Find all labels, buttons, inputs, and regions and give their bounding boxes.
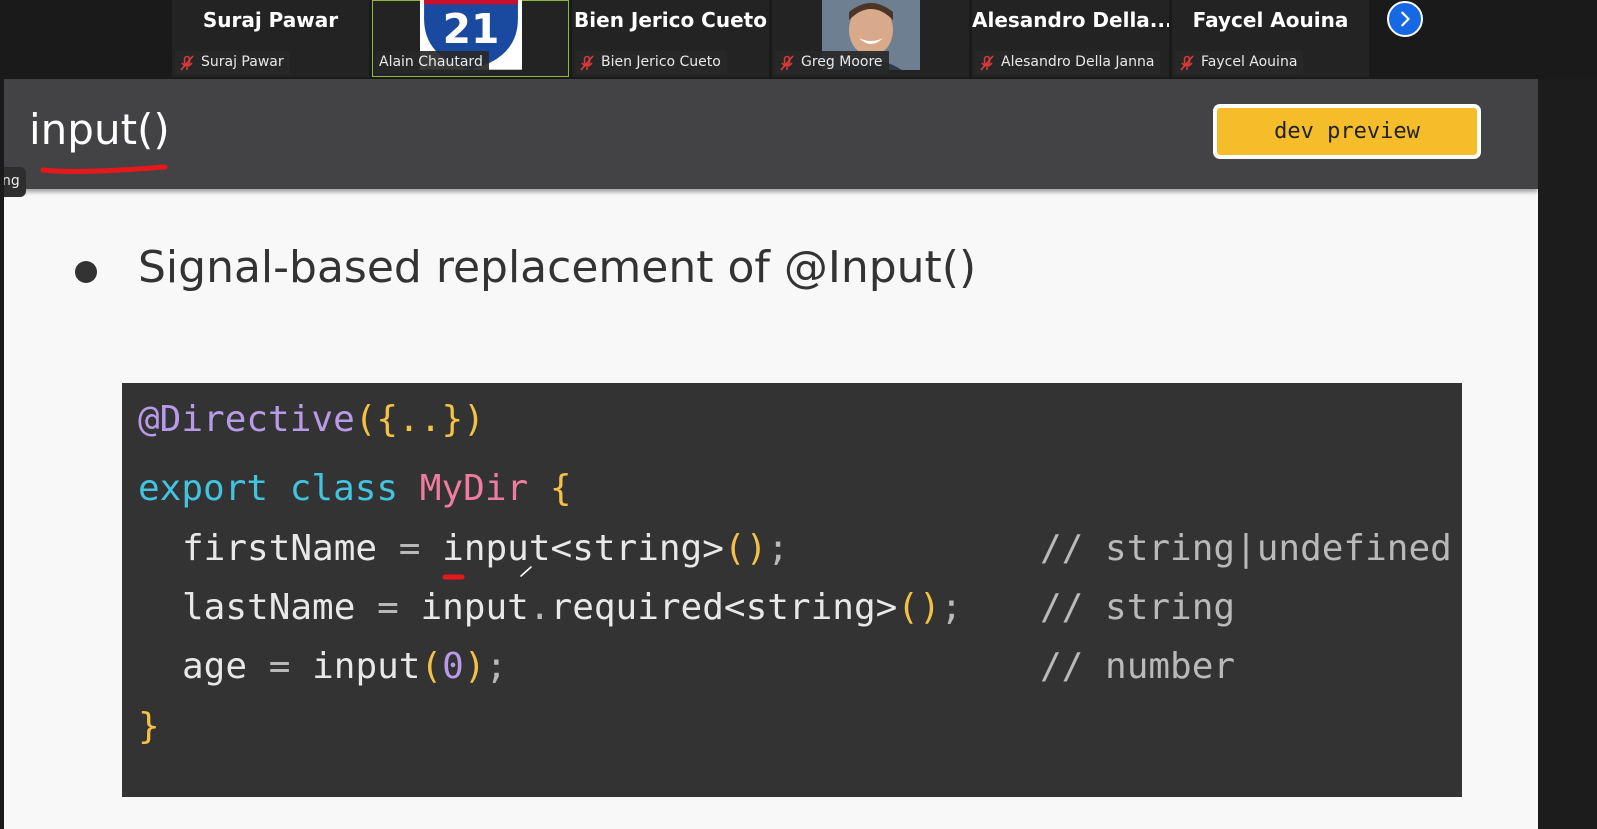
participant-label-text: Faycel Aouina [1201,54,1298,70]
code-number: 0 [442,646,464,687]
code-function: input [312,646,421,687]
code-underline-annotation [442,574,465,580]
code-line: export class MyDir { [138,468,572,510]
participant-label: Alesandro Della Janna [975,51,1161,74]
participant-name: Faycel Aouina [1192,8,1349,32]
participant-tile[interactable]: Alesandro Della... Alesandro Della Janna [972,0,1169,77]
code-line: lastName = input.required<string>(); [182,587,962,629]
participant-label: Greg Moore [775,51,889,74]
participant-tile[interactable]: 21 Alain Chautard [372,0,569,77]
participant-tile[interactable]: Suraj Pawar Suraj Pawar [172,0,369,77]
bullet-text: Signal-based replacement of @Input() [138,242,977,293]
code-function: required [550,587,724,628]
shared-slide: input() dev preview ng Signal-based repl… [4,79,1538,829]
window-margin [1538,79,1597,829]
code-bracket: ) [463,646,486,687]
code-class-name: MyDir [419,468,529,509]
code-line: age = input(0); [182,646,507,688]
participant-label-text: Bien Jerico Cueto [601,54,721,70]
participant-name: Suraj Pawar [202,8,339,32]
participant-label-text: Alain Chautard [379,54,483,70]
code-bracket: () [723,528,768,569]
participant-label-text: Greg Moore [801,54,883,70]
code-bracket: ( [420,646,443,687]
participant-label: Alain Chautard [375,51,489,74]
code-operator: = [377,587,399,628]
code-semicolon: ; [940,587,963,628]
code-comment: // string|undefined [1040,528,1452,570]
code-line: } [138,706,160,748]
code-identifier: firstName [182,528,378,569]
participant-tile[interactable]: Bien Jerico Cueto Bien Jerico Cueto [572,0,769,77]
side-tab[interactable]: ng [4,167,26,197]
slide-header: input() dev preview [4,79,1538,189]
code-line: @Directive({..}) [138,399,485,441]
code-block: @Directive({..}) export class MyDir { fi… [122,383,1462,797]
title-underline-annotation [40,164,168,174]
mic-off-icon [180,54,194,71]
code-bracket: } [138,706,160,747]
participant-label-text: Alesandro Della Janna [1001,54,1155,70]
bullet-dot [75,261,97,283]
shield-number: 21 [443,5,500,53]
code-bracket: ({..}) [354,399,485,440]
mic-off-icon [1180,54,1194,71]
code-semicolon: ; [767,528,789,569]
code-decorator: @Directive [138,399,355,440]
code-identifier: age [182,646,248,687]
code-identifier: lastName [182,587,356,628]
code-keyword: class [289,468,399,509]
slide-title: input() [29,105,170,154]
participant-strip: Suraj Pawar Suraj Pawar 21 Alain Chautar… [0,0,1597,78]
code-operator: = [398,528,421,569]
code-comment-text: // string|undefined [1040,528,1452,569]
code-semicolon: ; [485,646,508,687]
code-operator: = [268,646,291,687]
participant-tile[interactable]: Faycel Aouina Faycel Aouina [1172,0,1369,77]
mic-off-icon [580,54,594,71]
participant-tile[interactable]: Greg Moore [772,0,969,77]
mic-off-icon [780,54,794,71]
code-bracket: () [897,587,941,628]
participant-label: Bien Jerico Cueto [575,51,727,74]
code-function: input [420,587,529,628]
participant-name: Bien Jerico Cueto [574,8,767,32]
chevron-right-icon [1401,11,1410,27]
dev-preview-badge: dev preview [1213,104,1481,159]
participant-label-text: Suraj Pawar [201,54,284,70]
code-function: input [442,528,551,569]
badge-text: dev preview [1274,119,1420,144]
code-keyword: export [138,468,269,509]
code-line: firstName = input<string>(); [182,528,789,570]
mic-off-icon [980,54,994,71]
code-comment-text: // string [1040,587,1236,628]
participant-label: Faycel Aouina [1175,51,1304,74]
code-comment: // number [1040,646,1235,688]
participant-label: Suraj Pawar [175,51,290,74]
next-participants-button[interactable] [1387,1,1423,37]
code-comment: // string [1040,587,1235,629]
participant-name: Alesandro Della... [972,8,1169,32]
code-dot: . [528,587,551,628]
code-generic: <string> [723,587,898,628]
code-bracket: { [549,468,572,509]
code-comment-text: // number [1040,646,1236,687]
code-generic: <string> [550,528,724,569]
